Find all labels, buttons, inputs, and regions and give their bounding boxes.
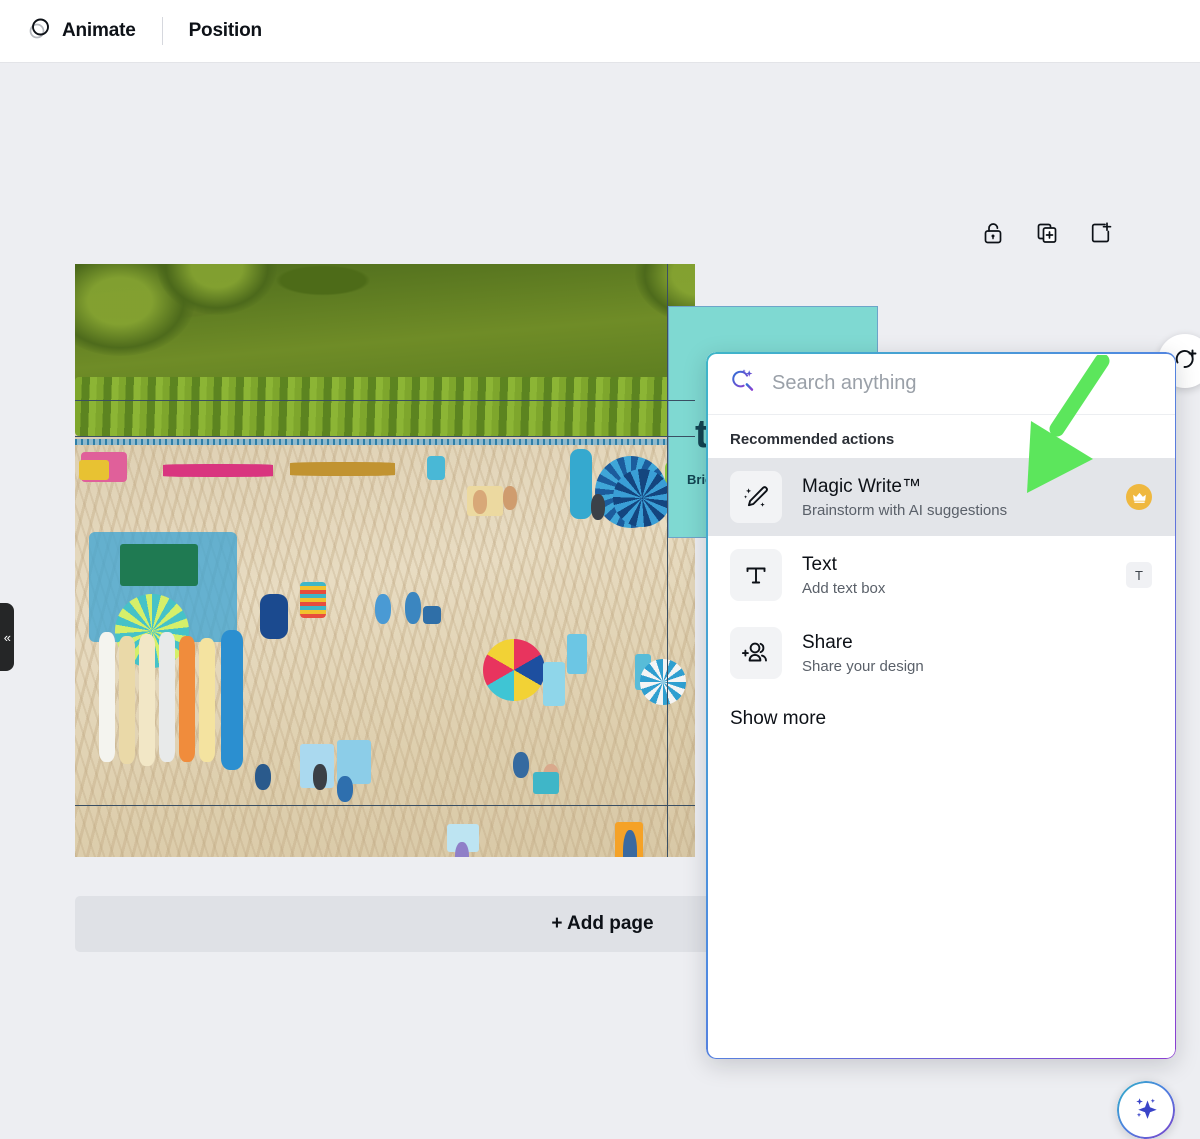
design-page-canvas[interactable] [75,264,695,857]
animate-button[interactable]: Animate [14,10,148,52]
sparkle-icon [1131,1093,1161,1128]
add-people-icon [730,627,782,679]
beach-aerial-photo [75,264,695,857]
magic-search-icon [728,366,758,401]
guide-line-h2 [75,436,695,437]
magic-pencil-icon [730,471,782,523]
workspace: « [0,63,1200,1083]
text-t-icon [730,549,782,601]
action-title: Text [802,553,1106,577]
action-title: Magic Write™ [802,475,1106,499]
action-text-group: Text Add text box [802,553,1106,597]
search-row [706,352,1176,415]
magic-assistant-button[interactable] [1117,1081,1175,1139]
action-subtitle: Share your design [802,658,1152,675]
top-toolbar: Animate Position [0,0,1200,63]
animate-label: Animate [62,20,136,42]
duplicate-page-icon[interactable] [1034,220,1060,246]
action-subtitle: Add text box [802,580,1106,597]
action-text-group: Magic Write™ Brainstorm with AI suggesti… [802,475,1106,519]
guide-line-v1 [667,264,668,857]
action-item-text[interactable]: Text Add text box T [706,536,1176,614]
pro-crown-badge [1126,484,1152,510]
action-item-share[interactable]: Share Share your design [706,614,1176,692]
position-label: Position [189,20,262,42]
add-page-label: + Add page [551,913,653,935]
action-subtitle: Brainstorm with AI suggestions [802,502,1106,519]
guide-line-h1 [75,400,695,401]
guide-line-h3 [75,805,695,806]
recommended-actions-heading: Recommended actions [706,415,1176,458]
sidebar-collapse-handle[interactable]: « [0,603,14,671]
add-page-icon[interactable] [1088,220,1114,246]
show-more-button[interactable]: Show more [706,692,850,746]
lock-open-icon[interactable] [980,220,1006,246]
search-input[interactable] [772,372,1154,395]
action-title: Share [802,631,1152,655]
action-text-group: Share Share your design [802,631,1152,675]
action-item-magic-write[interactable]: Magic Write™ Brainstorm with AI suggesti… [706,458,1176,536]
position-button[interactable]: Position [177,10,274,52]
page-tools [980,220,1114,246]
chevron-left-icon: « [4,631,11,644]
keyboard-shortcut-badge: T [1126,562,1152,588]
search-actions-panel: Recommended actions Magic Write™ Brainst… [706,352,1176,1059]
animate-circles-icon [26,16,52,47]
toolbar-divider [162,17,163,45]
